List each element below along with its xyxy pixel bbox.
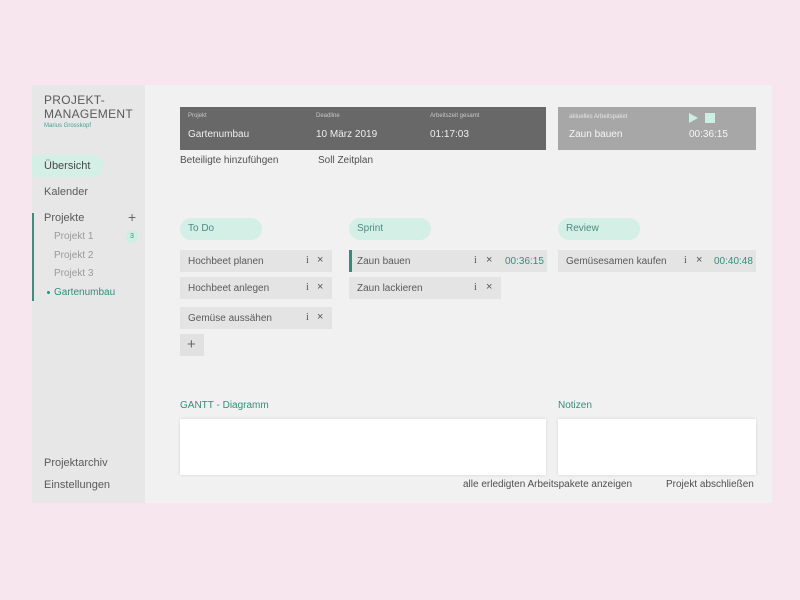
project-value: Gartenumbau bbox=[188, 129, 250, 140]
info-icon[interactable]: i bbox=[306, 255, 309, 266]
plus-icon: + bbox=[187, 336, 196, 353]
gantt-title: GANTT - Diagramm bbox=[180, 400, 269, 411]
active-package-panel: aktuelles Arbeitspaket Zaun bauen 00:36:… bbox=[558, 107, 756, 150]
project-label: Projekt bbox=[188, 113, 207, 119]
active-dot-icon bbox=[47, 290, 50, 294]
deadline-value: 10 März 2019 bbox=[316, 129, 378, 140]
sidebar-item-project-3[interactable]: Projekt 3 bbox=[54, 268, 93, 279]
sidebar-item-project-1[interactable]: Projekt 1 bbox=[54, 231, 93, 242]
task-card[interactable]: Zaun lackieren i × bbox=[349, 277, 501, 299]
brand-title: PROJEKT- MANAGEMENT bbox=[44, 93, 144, 121]
info-icon[interactable]: i bbox=[474, 282, 477, 293]
close-icon[interactable]: × bbox=[317, 311, 323, 323]
close-icon[interactable]: × bbox=[696, 254, 702, 266]
task-title: Gemüsesamen kaufen bbox=[566, 256, 667, 267]
task-title: Hochbeet anlegen bbox=[188, 283, 270, 294]
info-icon[interactable]: i bbox=[306, 282, 309, 293]
deadline-label: Deadline bbox=[316, 113, 340, 119]
active-package-label: aktuelles Arbeitspaket bbox=[569, 114, 628, 120]
task-card[interactable]: Gemüse aussähen i × bbox=[180, 307, 332, 329]
projects-active-indicator bbox=[32, 213, 34, 301]
active-package-time: 00:36:15 bbox=[689, 129, 728, 140]
task-card[interactable]: Hochbeet anlegen i × bbox=[180, 277, 332, 299]
column-title: Review bbox=[566, 223, 599, 234]
close-icon[interactable]: × bbox=[486, 281, 492, 293]
sidebar: PROJEKT- MANAGEMENT Marius Grosskopf Übe… bbox=[32, 85, 145, 503]
close-icon[interactable]: × bbox=[317, 281, 323, 293]
brand-title-line-1: PROJEKT- bbox=[44, 93, 106, 107]
sidebar-item-calendar[interactable]: Kalender bbox=[44, 186, 88, 198]
task-card[interactable]: Hochbeet planen i × bbox=[180, 250, 332, 272]
info-icon[interactable]: i bbox=[306, 312, 309, 323]
sidebar-item-projects[interactable]: Projekte bbox=[44, 212, 84, 224]
worktime-label: Arbeitszeit gesamt bbox=[430, 113, 480, 119]
active-package-value: Zaun bauen bbox=[569, 129, 623, 140]
column-header-sprint: Sprint bbox=[349, 218, 431, 240]
notes-area[interactable] bbox=[558, 419, 756, 475]
column-header-review: Review bbox=[558, 218, 640, 240]
active-task-indicator bbox=[349, 250, 352, 272]
add-task-button[interactable]: + bbox=[180, 334, 204, 356]
task-time: 00:36:15 bbox=[505, 256, 544, 267]
stop-icon[interactable] bbox=[705, 113, 715, 123]
sidebar-item-label: Gartenumbau bbox=[54, 287, 116, 298]
sidebar-item-label: Übersicht bbox=[44, 160, 91, 172]
show-completed-link[interactable]: alle erledigten Arbeitspakete anzeigen bbox=[463, 479, 632, 490]
column-title: To Do bbox=[188, 223, 215, 234]
add-project-plus-icon[interactable]: + bbox=[128, 209, 136, 225]
column-header-todo: To Do bbox=[180, 218, 262, 240]
sidebar-item-archive[interactable]: Projektarchiv bbox=[44, 457, 108, 469]
info-icon[interactable]: i bbox=[684, 255, 687, 266]
task-title: Zaun lackieren bbox=[357, 283, 423, 294]
finish-project-link[interactable]: Projekt abschließen bbox=[666, 479, 754, 490]
app-window: PROJEKT- MANAGEMENT Marius Grosskopf Übe… bbox=[32, 85, 772, 503]
info-icon[interactable]: i bbox=[474, 255, 477, 266]
sidebar-item-settings[interactable]: Einstellungen bbox=[44, 479, 110, 491]
close-icon[interactable]: × bbox=[317, 254, 323, 266]
brand-subtitle: Marius Grosskopf bbox=[44, 123, 92, 129]
add-participants-link[interactable]: Beteiligte hinzufühgen bbox=[180, 155, 278, 166]
target-schedule-link[interactable]: Soll Zeitplan bbox=[318, 155, 373, 166]
task-title: Gemüse aussähen bbox=[188, 313, 272, 324]
gantt-chart-area[interactable] bbox=[180, 419, 546, 475]
task-title: Zaun bauen bbox=[357, 256, 411, 267]
project-info-panel: Projekt Gartenumbau Deadline 10 März 201… bbox=[180, 107, 546, 150]
sidebar-item-gartenumbau[interactable]: Gartenumbau bbox=[47, 287, 115, 298]
task-title: Hochbeet planen bbox=[188, 256, 264, 267]
close-icon[interactable]: × bbox=[486, 254, 492, 266]
brand-title-line-2: MANAGEMENT bbox=[44, 107, 134, 121]
task-time: 00:40:48 bbox=[714, 256, 753, 267]
sidebar-item-overview[interactable]: Übersicht bbox=[32, 155, 103, 177]
play-icon[interactable] bbox=[689, 113, 698, 123]
task-card[interactable]: Gemüsesamen kaufen i × 00:40:48 bbox=[558, 250, 756, 272]
project-1-count-badge: 3 bbox=[126, 231, 138, 243]
column-title: Sprint bbox=[357, 223, 384, 234]
notes-title: Notizen bbox=[558, 400, 592, 411]
worktime-value: 01:17:03 bbox=[430, 129, 469, 140]
task-card-active[interactable]: Zaun bauen i × 00:36:15 bbox=[349, 250, 547, 272]
sidebar-item-project-2[interactable]: Projekt 2 bbox=[54, 250, 93, 261]
